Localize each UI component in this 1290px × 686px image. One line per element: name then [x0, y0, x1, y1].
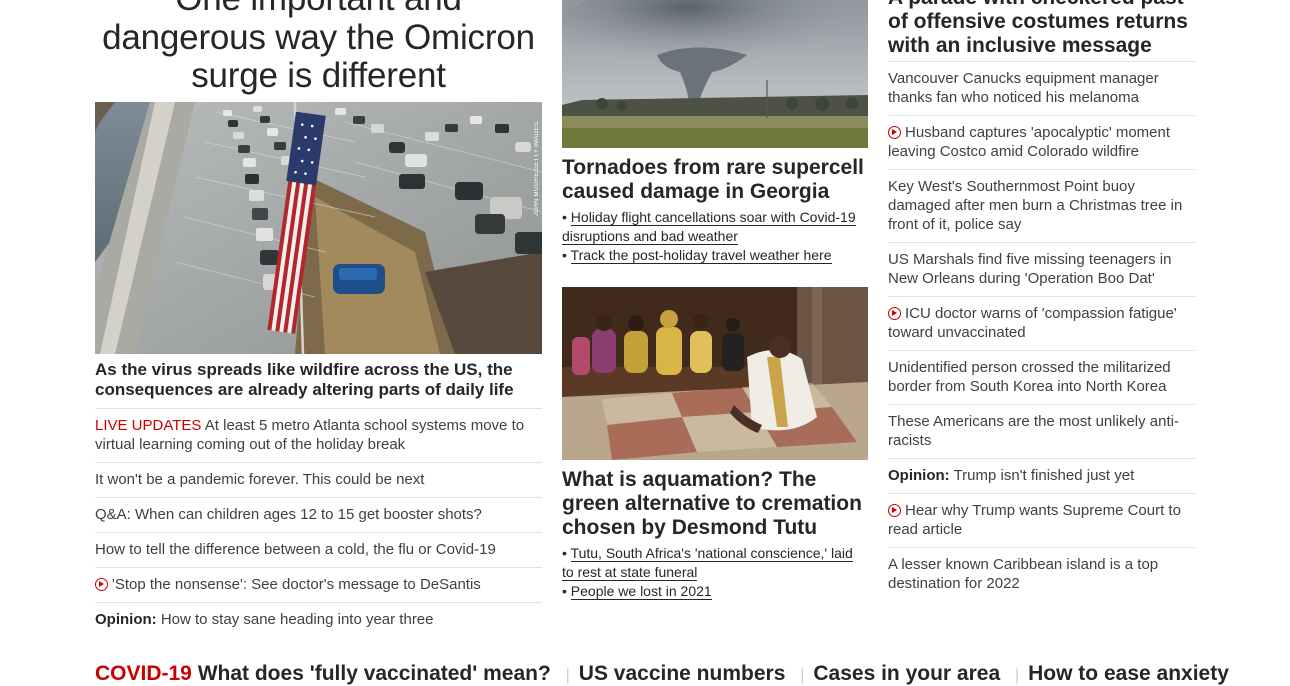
separator: |	[565, 667, 570, 684]
play-circle-icon	[888, 504, 901, 517]
list-item-text: 'Stop the nonsense': See doctor's messag…	[112, 576, 481, 593]
list-item[interactable]: A lesser known Caribbean island is a top…	[888, 547, 1195, 601]
separator: |	[1014, 667, 1020, 684]
list-item-text: Unidentified person crossed the militari…	[888, 359, 1171, 395]
covid-label-link[interactable]: COVID-19	[95, 662, 192, 685]
list-item[interactable]: It won't be a pandemic forever. This cou…	[95, 462, 542, 497]
related-link[interactable]: Track the post-holiday travel weather he…	[570, 247, 832, 264]
bullet: •	[562, 247, 567, 263]
list-item[interactable]: Hear why Trump wants Supreme Court to re…	[888, 493, 1195, 547]
list-item[interactable]: How to tell the difference between a col…	[95, 532, 542, 567]
aquamation-related-links: • Tutu, South Africa's 'national conscie…	[562, 544, 868, 601]
bullet: •	[562, 545, 567, 561]
covid-topics-bar: COVID-19 What does 'fully vaccinated' me…	[95, 662, 1229, 686]
hero-headline[interactable]: One important and dangerous way the Omic…	[95, 0, 542, 96]
hero-image[interactable]: John Moore/Getty Images	[95, 102, 542, 354]
tornado-image[interactable]	[562, 0, 868, 148]
tornado-related-links: • Holiday flight cancellations soar with…	[562, 208, 868, 265]
tutu-funeral-image[interactable]	[562, 287, 868, 460]
list-item-text: Q&A: When can children ages 12 to 15 get…	[95, 506, 482, 523]
list-item[interactable]: Opinion: How to stay sane heading into y…	[95, 602, 542, 637]
opinion-label: Opinion:	[888, 467, 950, 484]
list-item-text: Key West's Southernmost Point buoy damag…	[888, 178, 1183, 233]
topic-link[interactable]: Cases in your area	[813, 662, 1000, 685]
headlines-list: Vancouver Canucks equipment manager than…	[888, 61, 1195, 601]
bullet: •	[562, 209, 567, 225]
play-circle-icon	[888, 126, 901, 139]
list-item-text: Trump isn't finished just yet	[953, 467, 1135, 484]
bullet: •	[562, 583, 567, 599]
related-stories-list: LIVE UPDATES At least 5 metro Atlanta sc…	[95, 408, 542, 637]
list-item-text: ICU doctor warns of 'compassion fatigue'…	[888, 305, 1177, 341]
list-item[interactable]: Unidentified person crossed the militari…	[888, 350, 1195, 404]
list-item-text: US Marshals find five missing teenagers …	[888, 251, 1172, 287]
photo-credit: John Moore/Getty Images	[534, 121, 540, 216]
topic-link[interactable]: US vaccine numbers	[579, 662, 786, 685]
list-item-text: These Americans are the most unlikely an…	[888, 413, 1179, 449]
list-item[interactable]: Key West's Southernmost Point buoy damag…	[888, 169, 1195, 242]
list-item[interactable]: 'Stop the nonsense': See doctor's messag…	[95, 567, 542, 602]
hero-caption-link[interactable]: As the virus spreads like wildfire acros…	[95, 360, 542, 400]
list-item[interactable]: US Marshals find five missing teenagers …	[888, 242, 1195, 296]
list-item-text: It won't be a pandemic forever. This cou…	[95, 471, 425, 488]
topic-link[interactable]: How to ease anxiety	[1028, 662, 1229, 685]
related-link[interactable]: Tutu, South Africa's 'national conscienc…	[562, 545, 853, 581]
list-item[interactable]: These Americans are the most unlikely an…	[888, 404, 1195, 458]
list-item[interactable]: Vancouver Canucks equipment manager than…	[888, 61, 1195, 115]
list-item[interactable]: LIVE UPDATES At least 5 metro Atlanta sc…	[95, 408, 542, 462]
related-link[interactable]: Holiday flight cancellations soar with C…	[562, 209, 856, 245]
play-circle-icon	[888, 307, 901, 320]
play-circle-icon	[95, 578, 108, 591]
list-item[interactable]: ICU doctor warns of 'compassion fatigue'…	[888, 296, 1195, 350]
aquamation-headline[interactable]: What is aquamation? The green alternativ…	[562, 468, 868, 540]
list-item[interactable]: Opinion: Trump isn't finished just yet	[888, 458, 1195, 493]
parade-headline[interactable]: A parade with checkered past of offensiv…	[888, 0, 1195, 58]
list-item-text: How to stay sane heading into year three	[160, 611, 434, 628]
list-item-text: How to tell the difference between a col…	[95, 541, 496, 558]
live-updates-label: LIVE UPDATES	[95, 417, 202, 434]
list-item[interactable]: Husband captures 'apocalyptic' moment le…	[888, 115, 1195, 169]
list-item-text: Husband captures 'apocalyptic' moment le…	[888, 124, 1171, 160]
list-item-text: A lesser known Caribbean island is a top…	[888, 556, 1159, 592]
separator: |	[800, 667, 805, 684]
related-link[interactable]: People we lost in 2021	[570, 583, 712, 600]
topic-link[interactable]: What does 'fully vaccinated' mean?	[198, 662, 551, 685]
list-item[interactable]: Q&A: When can children ages 12 to 15 get…	[95, 497, 542, 532]
list-item-text: Hear why Trump wants Supreme Court to re…	[888, 502, 1181, 538]
list-item-text: Vancouver Canucks equipment manager than…	[888, 70, 1159, 106]
tornado-headline[interactable]: Tornadoes from rare supercell caused dam…	[562, 156, 868, 204]
opinion-label: Opinion:	[95, 611, 157, 628]
